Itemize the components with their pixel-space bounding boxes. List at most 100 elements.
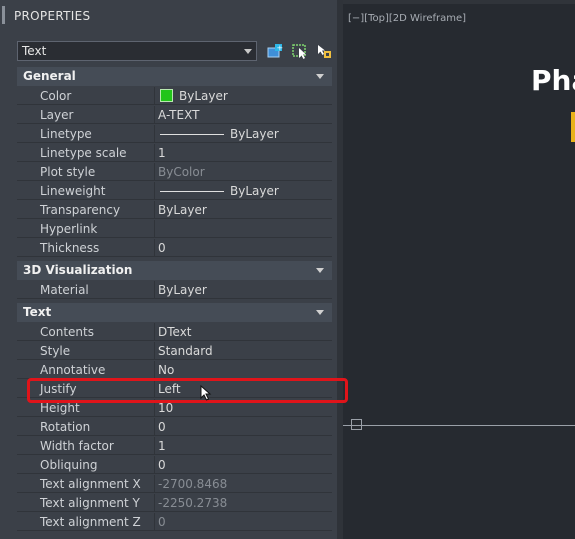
property-value[interactable]: No [158,363,174,377]
property-name: Linetype [40,127,92,141]
property-value[interactable]: 0 [158,420,166,434]
property-name: Transparency [40,203,121,217]
drawing-accent-mark [571,112,575,142]
lineweight-preview-icon [160,191,224,192]
row-divider [154,125,155,143]
property-name: Obliquing [40,458,98,472]
color-swatch-icon [160,89,173,102]
chevron-down-icon [244,49,252,54]
property-name: Annotative [40,363,106,377]
section-3d-visualization[interactable]: 3D Visualization [17,261,332,280]
viewport-top-edge [343,0,575,4]
row-divider [154,201,155,219]
linetype-preview-icon [160,134,224,135]
row-divider [154,220,155,238]
row-divider [154,475,155,493]
viewport-controls-label[interactable]: [−][Top][2D Wireframe] [348,13,466,24]
drawing-text[interactable]: Phâ [531,64,575,97]
property-value: 0 [158,515,166,529]
property-value[interactable]: 0 [158,241,166,255]
property-value[interactable]: 0 [158,458,166,472]
property-name: Color [40,89,72,103]
property-name: Text alignment Y [40,496,140,510]
property-row-annotative[interactable]: Annotative No [17,361,332,379]
property-name: Rotation [40,420,91,434]
row-divider [154,182,155,200]
row-divider [154,361,155,379]
color-value: ByLayer [179,89,228,103]
palette-grip[interactable] [2,6,5,24]
row-divider [154,87,155,105]
property-value[interactable]: ByLayer [158,184,279,198]
property-value[interactable]: DText [158,325,192,339]
property-value[interactable]: ByLayer [158,203,207,217]
chevron-down-icon[interactable] [316,310,324,315]
row-divider [154,456,155,474]
row-divider [154,163,155,181]
property-row-text-alignment-x[interactable]: Text alignment X -2700.8468 [17,475,332,493]
property-value: -2250.2738 [158,496,228,510]
property-name: Plot style [40,165,96,179]
row-divider [154,418,155,436]
property-row-material[interactable]: Material ByLayer [17,281,332,299]
property-value[interactable]: ByLayer [158,283,207,297]
property-row-width-factor[interactable]: Width factor 1 [17,437,332,455]
property-row-lineweight[interactable]: Lineweight ByLayer [17,182,332,200]
justify-highlight-box [27,378,348,403]
chevron-down-icon[interactable] [316,74,324,79]
property-row-color[interactable]: Color ByLayer [17,87,332,105]
svg-text:+: + [277,43,284,52]
property-name: Linetype scale [40,146,127,160]
property-value[interactable]: 1 [158,439,166,453]
property-row-linetype-scale[interactable]: Linetype scale 1 [17,144,332,162]
row-divider [154,106,155,124]
object-type-dropdown[interactable]: Text [17,41,257,61]
property-name: Layer [40,108,74,122]
chevron-down-icon[interactable] [316,268,324,273]
property-value[interactable]: ByLayer [158,127,279,141]
object-type-value: Text [22,44,47,58]
drawing-viewport[interactable]: [−][Top][2D Wireframe] Phâ [343,0,575,539]
property-name: Lineweight [40,184,106,198]
property-row-linetype[interactable]: Linetype ByLayer [17,125,332,143]
property-name: Material [40,283,89,297]
property-row-style[interactable]: Style Standard [17,342,332,360]
property-row-rotation[interactable]: Rotation 0 [17,418,332,436]
properties-palette: PROPERTIES Text + General Color ByLayer [0,0,343,539]
property-row-obliquing[interactable]: Obliquing 0 [17,456,332,474]
property-row-plot-style[interactable]: Plot style ByColor [17,163,332,181]
select-objects-button[interactable] [291,42,309,60]
property-row-text-alignment-z[interactable]: Text alignment Z 0 [17,513,332,531]
row-divider [154,494,155,512]
property-name: Width factor [40,439,114,453]
property-row-contents[interactable]: Contents DText [17,323,332,341]
grip-square-icon[interactable] [351,419,362,430]
section-title: 3D Visualization [23,263,133,277]
quick-select-button[interactable] [315,42,333,60]
property-value: ByColor [158,165,205,179]
row-divider [154,144,155,162]
mouse-cursor-icon [200,385,212,401]
section-text[interactable]: Text [17,303,332,322]
drawing-line[interactable] [343,425,575,426]
property-name: Hyperlink [40,222,98,236]
property-row-text-alignment-y[interactable]: Text alignment Y -2250.2738 [17,494,332,512]
property-value[interactable]: ByLayer [158,89,228,103]
property-value: -2700.8468 [158,477,228,491]
property-row-layer[interactable]: Layer A-TEXT [17,106,332,124]
property-name: Contents [40,325,94,339]
property-row-hyperlink[interactable]: Hyperlink [17,220,332,238]
section-title: General [23,69,76,83]
property-name: Text alignment X [40,477,141,491]
palette-title: PROPERTIES [14,9,91,23]
property-name: Thickness [40,241,100,255]
property-row-thickness[interactable]: Thickness 0 [17,239,332,257]
property-value[interactable]: 10 [158,401,173,415]
toggle-pickadd-button[interactable]: + [266,42,284,60]
property-row-transparency[interactable]: Transparency ByLayer [17,201,332,219]
property-value[interactable]: Standard [158,344,213,358]
linetype-value: ByLayer [230,127,279,141]
property-value[interactable]: 1 [158,146,166,160]
section-general[interactable]: General [17,67,332,86]
property-value[interactable]: A-TEXT [158,108,199,122]
